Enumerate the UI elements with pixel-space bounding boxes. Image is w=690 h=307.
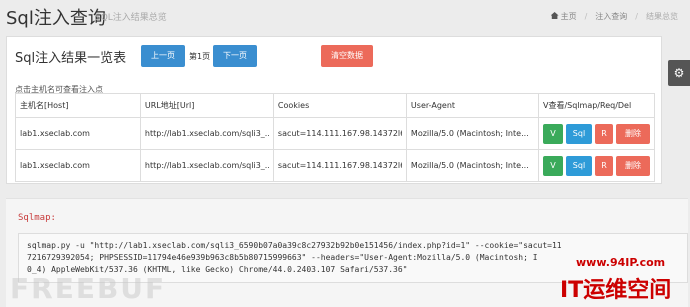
sqlmap-button[interactable]: Sql [565,123,592,144]
settings-toggle[interactable]: ⚙ [668,60,690,86]
request-button[interactable]: R [594,123,613,144]
breadcrumb-separator: / [635,12,638,21]
url-text: http://lab1.xseclab.com/sqli3_... [144,161,269,170]
home-icon [550,12,559,19]
delete-button[interactable]: 删除 [615,123,650,144]
cell-url: http://lab1.xseclab.com/sqli3_... [139,149,274,182]
header-url: URL地址[Url] [139,93,274,118]
results-panel: Sql注入结果一览表 上一页 第1页 下一页 清空数据 点击主机名可查看注入点 … [6,36,662,184]
next-page-button[interactable]: 下一页 [213,45,257,67]
url-text: http://lab1.xseclab.com/sqli3_... [144,129,269,138]
table-row: lab1.xseclab.com http://lab1.xseclab.com… [15,149,656,182]
delete-button[interactable]: 删除 [615,155,650,176]
header-cookies: Cookies [272,93,407,118]
cell-host[interactable]: lab1.xseclab.com [15,117,141,150]
cell-cookies: sacut=114.111.167.98.14372l6... [272,117,407,150]
view-button[interactable]: V [542,155,563,176]
sqlmap-label: Sqlmap: [18,213,56,223]
page-subtitle: SQL注入结果总览 [95,13,167,23]
results-table: 主机名[Host] URL地址[Url] Cookies User-Agent … [15,93,656,182]
breadcrumb-home[interactable]: 主页 [550,11,577,22]
cell-url: http://lab1.xseclab.com/sqli3_... [139,117,274,150]
prev-page-button[interactable]: 上一页 [141,45,185,67]
row-actions: V Sql R 删除 [542,155,650,176]
watermark-url: www.94IP.com [576,256,666,269]
watermark-brand: IT运维空间 [560,278,672,303]
cookies-text: sacut=114.111.167.98.14372l6... [277,161,402,170]
header-actions: V查看/Sqlmap/Req/Del [537,93,656,118]
host-link[interactable]: lab1.xseclab.com [20,129,136,138]
cell-cookies: sacut=114.111.167.98.14372l6... [272,149,407,182]
breadcrumb-separator: / [584,12,588,21]
cell-user-agent: Mozilla/5.0 (Macintosh; Inte... [405,149,539,182]
watermark-freebuf: FREEBUF [10,272,167,305]
sqlmap-button[interactable]: Sql [565,155,592,176]
cell-host[interactable]: lab1.xseclab.com [15,149,141,182]
row-actions: V Sql R 删除 [542,123,650,144]
clear-data-button[interactable]: 清空数据 [321,45,373,67]
breadcrumb-item-overview: 结果总览 [646,12,678,21]
view-button[interactable]: V [542,123,563,144]
header-host: 主机名[Host] [15,93,141,118]
host-link[interactable]: lab1.xseclab.com [20,161,136,170]
user-agent-text: Mozilla/5.0 (Macintosh; Inte... [410,129,529,138]
cell-actions: V Sql R 删除 [537,149,656,182]
gear-icon: ⚙ [673,66,685,80]
request-button[interactable]: R [594,155,613,176]
page-title: Sql注入查询 [6,8,106,29]
header-user-agent: User-Agent [405,93,539,118]
cell-user-agent: Mozilla/5.0 (Macintosh; Inte... [405,117,539,150]
user-agent-text: Mozilla/5.0 (Macintosh; Inte... [410,161,529,170]
page-header: Sql注入查询 SQL注入结果总览 主页 / 注入查询 / 结果总览 [0,0,690,32]
page-indicator: 第1页 [189,52,211,61]
cell-actions: V Sql R 删除 [537,117,656,150]
breadcrumb: 主页 / 注入查询 / 结果总览 [550,11,678,22]
cookies-text: sacut=114.111.167.98.14372l6... [277,129,402,138]
breadcrumb-item-injection[interactable]: 注入查询 [595,11,627,22]
table-row: lab1.xseclab.com http://lab1.xseclab.com… [15,117,656,150]
panel-title: Sql注入结果一览表 [15,51,127,66]
table-header-row: 主机名[Host] URL地址[Url] Cookies User-Agent … [15,93,656,118]
command-line: sqlmap.py -u "http://lab1.xseclab.com/sq… [27,241,562,250]
